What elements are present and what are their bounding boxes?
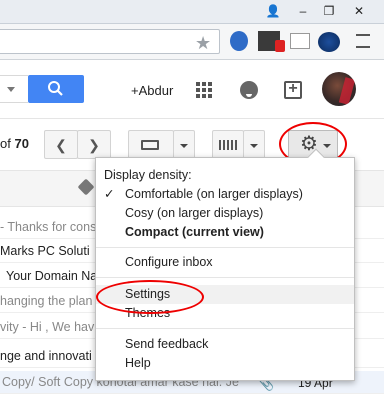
bell-icon[interactable]	[240, 81, 258, 99]
density-comfortable-item[interactable]: ✓ Comfortable (on larger displays)	[96, 185, 354, 204]
restore-button[interactable]: ❐	[318, 2, 340, 20]
email-subject: nge and innovati	[0, 349, 92, 363]
extension-icon[interactable]	[230, 31, 248, 51]
chevron-down-icon	[7, 87, 15, 92]
older-button[interactable]: ❯	[77, 130, 111, 159]
menu-divider	[96, 328, 354, 329]
density-compact-item[interactable]: Compact (current view)	[96, 223, 354, 242]
input-tools-dropdown[interactable]	[243, 130, 265, 159]
share-icon[interactable]	[284, 80, 302, 99]
newer-button[interactable]: ❮	[44, 130, 78, 159]
chevron-right-icon: ❯	[88, 137, 100, 153]
input-tools-button[interactable]	[212, 130, 244, 159]
pagination-text: of 70	[0, 136, 29, 151]
address-bar[interactable]: ★	[0, 29, 220, 54]
search-icon	[48, 81, 63, 96]
chevron-down-icon	[250, 144, 258, 148]
chevron-left-icon: ❮	[55, 137, 67, 153]
highlight-ring	[96, 280, 204, 314]
checkmark-icon: ✓	[104, 187, 115, 201]
split-pane-button[interactable]	[128, 130, 174, 159]
email-subject: Marks PC Soluti	[0, 244, 90, 258]
email-subject: Your Domain Na	[6, 269, 98, 283]
split-pane-dropdown[interactable]	[173, 130, 195, 159]
settings-menu: Display density: ✓ Comfortable (on large…	[95, 148, 355, 381]
extension-icon[interactable]	[275, 40, 285, 52]
extension-icon[interactable]	[318, 32, 340, 52]
chevron-down-icon	[180, 144, 188, 148]
avatar[interactable]	[322, 72, 356, 106]
menu-divider	[96, 277, 354, 278]
browser-title-bar: 👤 – ❐ ✕	[0, 0, 384, 24]
star-icon[interactable]: ★	[195, 34, 211, 52]
send-feedback-item[interactable]: Send feedback	[96, 335, 354, 354]
search-options-dropdown[interactable]	[0, 75, 28, 103]
search-button[interactable]	[28, 75, 84, 103]
close-window-button[interactable]: ✕	[348, 2, 370, 20]
email-snippet: hanging the plan	[0, 294, 93, 308]
mail-checker-icon[interactable]	[290, 33, 310, 49]
email-snippet: vity - Hi , We hav	[0, 320, 95, 334]
email-snippet: - Thanks for cons	[0, 220, 97, 234]
keyboard-icon	[219, 140, 239, 150]
browser-toolbar: ★	[0, 24, 384, 60]
google-plus-link[interactable]: +Abdur	[131, 83, 173, 98]
apps-grid-icon[interactable]	[196, 82, 212, 98]
user-profile-button[interactable]: 👤	[262, 2, 284, 20]
split-pane-icon	[141, 140, 159, 150]
density-heading: Display density:	[104, 168, 192, 182]
configure-inbox-item[interactable]: Configure inbox	[96, 253, 354, 272]
gmail-header: +Abdur	[0, 61, 384, 119]
menu-divider	[96, 247, 354, 248]
density-cosy-item[interactable]: Cosy (on larger displays)	[96, 204, 354, 223]
chrome-menu-icon[interactable]	[356, 34, 370, 48]
minimize-button[interactable]: –	[292, 2, 314, 20]
help-item[interactable]: Help	[96, 354, 354, 373]
